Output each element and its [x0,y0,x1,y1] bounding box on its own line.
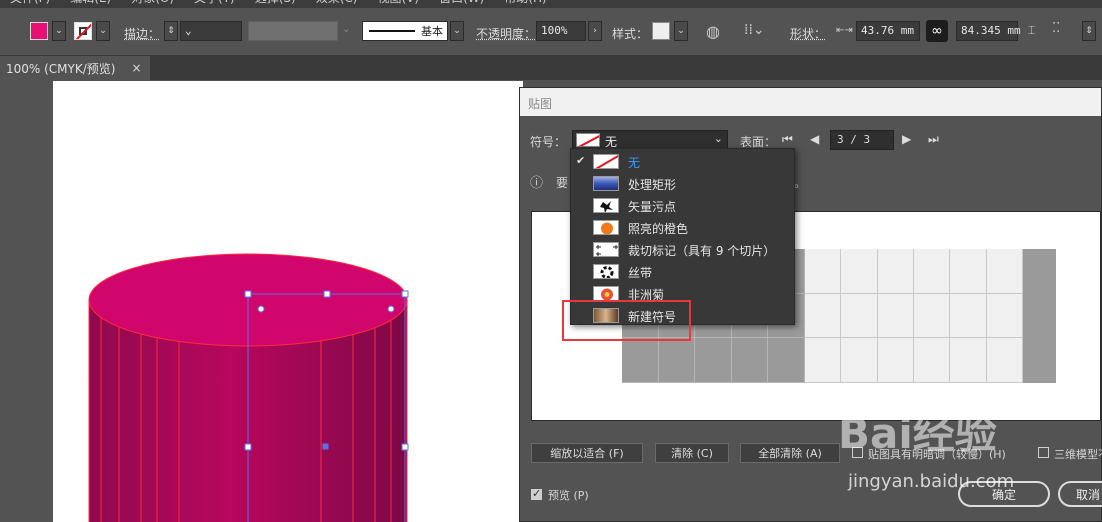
preview-checkbox[interactable] [531,487,542,500]
document-tab-bar: 100% (CMYK/预览) × [0,56,1102,80]
preview-label: 预览 (P) [548,489,589,502]
height-icon: ⌶ [1028,23,1036,37]
more-options-stepper[interactable]: ⇕ [1082,21,1096,41]
height-input[interactable]: 84.345 mm [956,21,1021,41]
profile-chevron-icon[interactable]: ⌄ [342,24,350,35]
stroke-weight-label: 描边： [124,27,161,41]
info-text-suffix: 。 [794,176,807,190]
transform-icon[interactable]: ⁚⁚ [1052,21,1060,36]
symbol-dropdown-list: ✔ 无 处理矩形 矢量污点 照亮的橙色 裁切标记（具有 9 个切片） 丝带 非洲… [570,148,795,325]
info-text-prefix: 要 [556,176,569,190]
first-surface-icon[interactable]: ⏮ [782,132,793,147]
crop-marks-icon [593,242,619,257]
menu-bar: 文件(F) 编辑(E) 对象(O) 文字(T) 选择(S) 效果(C) 视图(V… [0,0,1102,8]
dropdown-item-none[interactable]: ✔ 无 [571,150,794,172]
flower-icon [593,286,619,301]
brush-definition[interactable]: 基本 [362,21,448,41]
stroke-swatch[interactable] [74,22,92,40]
last-surface-icon[interactable]: ⏭ [928,132,939,147]
document-tab[interactable]: 100% (CMYK/预览) × [0,56,150,80]
orange-icon [593,220,619,235]
dropdown-item-crop-marks[interactable]: 裁切标记（具有 9 个切片） [571,238,794,260]
menu-help[interactable]: 帮助(H) [504,0,546,8]
none-icon [593,154,619,169]
prev-surface-icon[interactable]: ◀ [810,132,819,146]
menu-edit[interactable]: 编辑(E) [70,0,111,8]
dropdown-item-label: 丝带 [628,266,653,280]
dropdown-item-splat[interactable]: 矢量污点 [571,194,794,216]
invisible-geometry-checkbox[interactable] [1038,447,1049,458]
menu-view[interactable]: 视图(V) [377,0,419,8]
dropdown-item-bevel-rect[interactable]: 处理矩形 [571,172,794,194]
brush-dropdown-chevron-icon[interactable]: ⌄ [450,21,464,41]
dropdown-item-orange[interactable]: 照亮的橙色 [571,216,794,238]
watermark-logo: Bai经验 [838,409,997,458]
surface-page-input[interactable]: 3 / 3 [830,130,894,150]
visible-surface-area [805,249,1023,383]
dropdown-item-label: 无 [628,156,641,170]
width-input[interactable]: 43.76 mm [856,21,920,41]
align-icon[interactable]: ⁞⁞⌄ [744,22,765,38]
width-icon: ⇤⇥ [836,25,853,36]
link-proportions-icon[interactable]: ∞ [926,20,948,42]
shape-label: 形状： [790,27,827,41]
splat-icon [593,198,619,213]
cancel-button[interactable]: 取消 [1058,481,1102,507]
menu-effect[interactable]: 效果(C) [316,0,358,8]
style-label: 样式： [612,27,649,41]
artboard[interactable] [53,81,523,522]
document-tab-title: 100% (CMYK/预览) [6,61,116,76]
dropdown-item-label: 照亮的橙色 [628,222,689,236]
symbol-select[interactable]: 无 ⌄ [572,130,728,150]
checkmark-icon: ✔ [576,154,586,167]
highlight-box [562,300,691,341]
close-icon[interactable]: × [131,61,141,75]
variable-width-profile[interactable] [248,21,338,41]
info-icon: ⓘ [530,176,544,191]
stroke-dropdown-chevron-icon[interactable]: ⌄ [96,21,110,41]
menu-object[interactable]: 对象(O) [131,0,174,8]
cylinder-artwork[interactable] [53,81,523,522]
stroke-weight-stepper[interactable]: ⇕ [164,21,178,41]
blue-rect-icon [593,176,619,191]
style-dropdown-chevron-icon[interactable]: ⌄ [674,21,688,41]
none-symbol-icon [576,133,600,147]
watermark-url: jingyan.baidu.com [848,471,1015,492]
opacity-input[interactable]: 100% [536,21,586,41]
graphic-style-swatch[interactable] [652,22,670,40]
fill-dropdown-chevron-icon[interactable]: ⌄ [52,21,66,41]
control-bar: ⌄ ⌄ 描边： ⇕ ⌄ ⌄ 基本 ⌄ 不透明度： 100% › 样式： ⌄ ◍ … [0,8,1102,56]
dropdown-item-label: 矢量污点 [628,200,677,214]
brush-stroke-preview [369,30,415,32]
menu-file[interactable]: 文件(F) [10,0,50,8]
brush-style-label: 基本 [421,25,443,38]
stroke-weight-input[interactable]: ⌄ [180,21,242,41]
invisible-geometry-label: 三维模型不可见 [1054,448,1102,461]
symbol-label: 符号： [530,135,567,149]
ribbon-icon [593,264,619,279]
dialog-title: 贴图 [520,88,1101,116]
fill-swatch[interactable] [30,22,48,40]
dropdown-item-label: 裁切标记（具有 9 个切片） [628,244,776,258]
dropdown-item-ribbon[interactable]: 丝带 [571,260,794,282]
chevron-down-icon: ⌄ [713,132,723,145]
dropdown-item-label: 处理矩形 [628,178,677,192]
menu-window[interactable]: 窗口(W) [439,0,484,8]
opacity-label[interactable]: 不透明度： [476,25,536,42]
opacity-arrow-icon[interactable]: › [588,21,602,41]
clear-all-button[interactable]: 全部清除 (A) [740,443,840,463]
menu-select[interactable]: 选择(S) [255,0,296,8]
menu-type[interactable]: 文字(T) [194,0,235,8]
next-surface-icon[interactable]: ▶ [902,132,911,146]
scale-to-fit-button[interactable]: 缩放以适合 (F) [531,443,643,463]
recolor-artwork-icon[interactable]: ◍ [706,22,720,41]
app-window: 文件(F) 编辑(E) 对象(O) 文字(T) 选择(S) 效果(C) 视图(V… [0,0,1102,522]
clear-button[interactable]: 清除 (C) [655,443,729,463]
